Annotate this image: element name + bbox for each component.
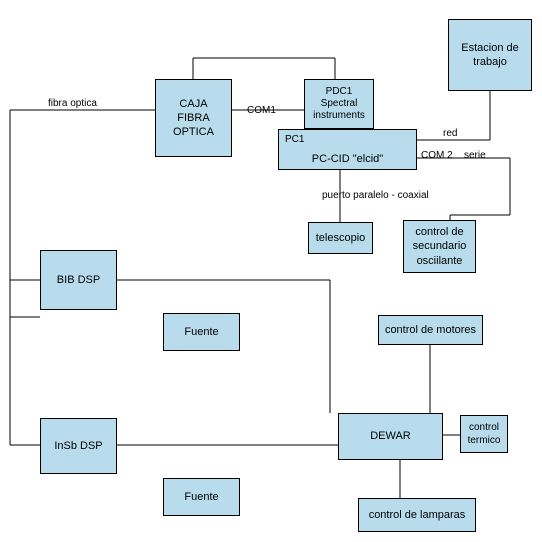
- text-insb: InSb DSP: [54, 439, 102, 453]
- box-motores: control de motores: [378, 315, 483, 345]
- text-pdc1-top: PDC1: [326, 86, 353, 98]
- box-insb-dsp: InSb DSP: [40, 418, 117, 474]
- box-fuente-1: Fuente: [163, 313, 240, 351]
- label-puerto: puerto paralelo - coaxial: [322, 190, 429, 201]
- text-caja: CAJAFIBRAOPTICA: [173, 97, 214, 140]
- diagram-canvas: Estacion detrabajo CAJAFIBRAOPTICA PDC1 …: [0, 0, 542, 542]
- box-telescopio: telescopio: [308, 222, 373, 254]
- text-pc1-top: PC1: [285, 133, 304, 146]
- text-pdc1-mid: Spectral: [321, 98, 358, 110]
- text-lamparas: control de lamparas: [369, 508, 466, 522]
- text-secundario: control desecundarioosciilante: [413, 225, 467, 268]
- text-estacion: Estacion detrabajo: [461, 41, 518, 70]
- box-bib-dsp: BIB DSP: [40, 250, 117, 310]
- box-caja-fibra-optica: CAJAFIBRAOPTICA: [155, 79, 232, 157]
- text-bib: BIB DSP: [57, 273, 100, 287]
- label-fibra-optica: fibra optica: [48, 98, 97, 109]
- text-pdc1-bot: instruments: [313, 110, 365, 122]
- box-pdc1: PDC1 Spectral instruments: [304, 79, 374, 129]
- box-fuente-2: Fuente: [163, 478, 240, 516]
- box-dewar: DEWAR: [338, 413, 443, 460]
- text-fuente1: Fuente: [184, 325, 218, 339]
- box-pc1: PC1 PC-CID "elcid": [278, 129, 417, 170]
- label-serie: serie: [464, 150, 486, 161]
- text-termico: controltermico: [468, 421, 501, 447]
- text-dewar: DEWAR: [370, 429, 411, 443]
- label-com2: COM 2: [421, 150, 453, 161]
- text-motores: control de motores: [385, 323, 476, 337]
- box-termico: controltermico: [460, 415, 508, 453]
- text-fuente2: Fuente: [184, 490, 218, 504]
- text-telescopio: telescopio: [316, 231, 366, 245]
- label-red: red: [443, 128, 457, 139]
- label-com1: COM1: [247, 105, 276, 116]
- text-pc1-bot: PC-CID "elcid": [312, 152, 383, 166]
- box-estacion: Estacion detrabajo: [448, 19, 532, 91]
- box-secundario: control desecundarioosciilante: [403, 220, 476, 273]
- box-lamparas: control de lamparas: [358, 498, 476, 532]
